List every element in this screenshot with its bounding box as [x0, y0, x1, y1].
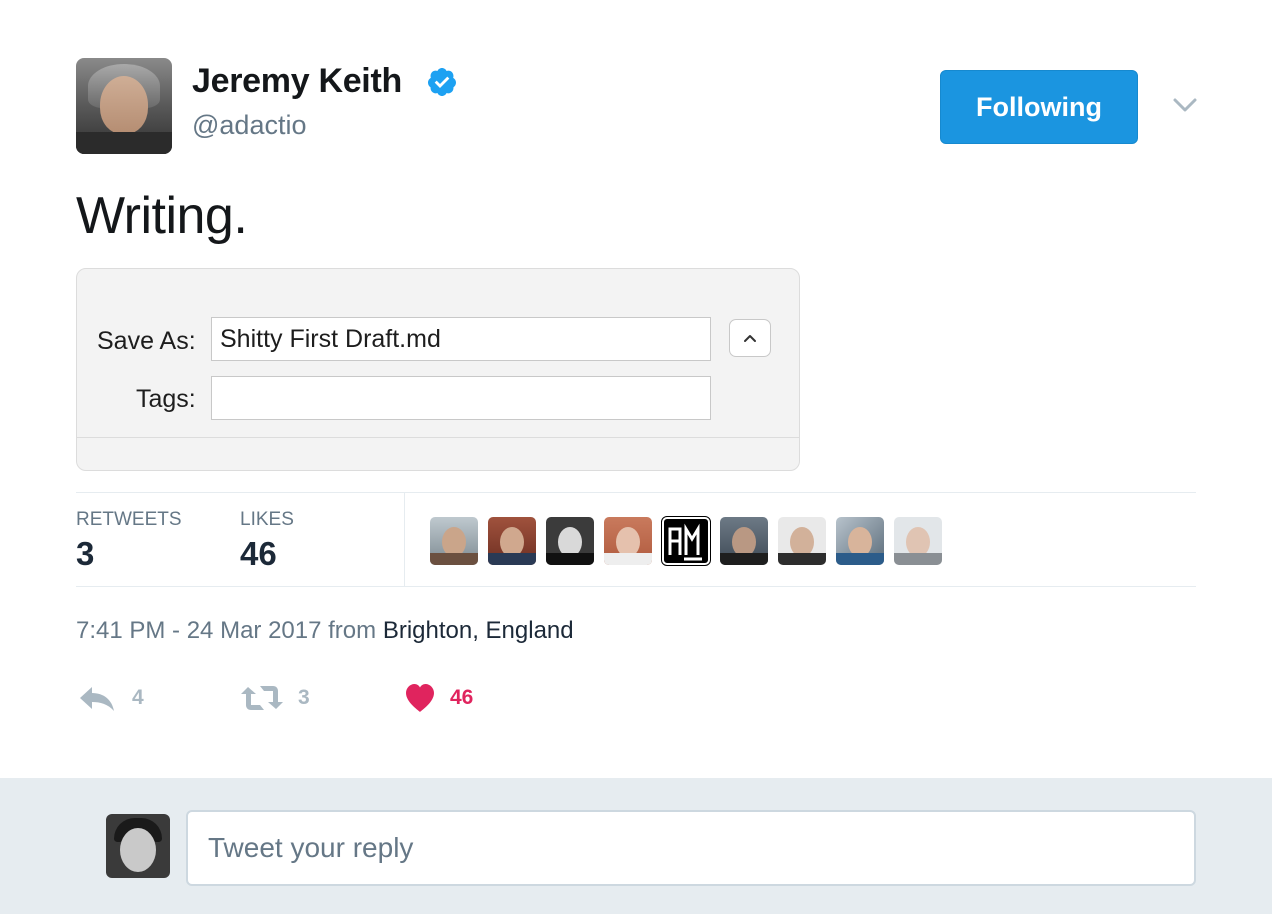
- retweets-label[interactable]: RETWEETS: [76, 509, 182, 531]
- retweets-count[interactable]: 3: [76, 535, 94, 573]
- reply-input[interactable]: [186, 810, 1196, 886]
- liker-avatar[interactable]: [488, 517, 536, 565]
- reply-bar: [0, 778, 1272, 914]
- heart-icon: [406, 684, 434, 712]
- author-name[interactable]: Jeremy Keith: [192, 62, 402, 101]
- divider: [77, 437, 799, 438]
- likes-count[interactable]: 46: [240, 535, 277, 573]
- reply-action[interactable]: 4: [76, 676, 144, 720]
- tweet-media-image[interactable]: Save As: Shitty First Draft.md Tags:: [76, 268, 800, 471]
- logo-icon: [668, 523, 702, 561]
- retweet-icon: [241, 686, 283, 710]
- location-link[interactable]: Brighton, England: [383, 617, 574, 644]
- tweet-detail: Jeremy Keith @adactio Following Writing.…: [0, 0, 1272, 778]
- tweet-text: Writing.: [76, 187, 248, 245]
- likes-label[interactable]: LIKES: [240, 509, 294, 531]
- liker-avatar[interactable]: [661, 516, 711, 566]
- save-as-field: Shitty First Draft.md: [211, 317, 711, 361]
- divider: [404, 493, 405, 587]
- chevron-up-icon: [744, 335, 756, 342]
- author-avatar[interactable]: [76, 58, 172, 154]
- like-action[interactable]: 46: [404, 676, 473, 720]
- current-user-avatar[interactable]: [106, 814, 170, 878]
- tweet-stats: RETWEETS 3 LIKES 46: [76, 492, 1196, 587]
- liker-avatar[interactable]: [778, 517, 826, 565]
- tags-label: Tags:: [136, 385, 196, 413]
- liker-avatar[interactable]: [546, 517, 594, 565]
- liker-avatar[interactable]: [720, 517, 768, 565]
- reply-count: 4: [132, 686, 144, 709]
- from-word: from: [328, 617, 377, 644]
- liker-avatars: [430, 516, 942, 566]
- liker-avatar[interactable]: [430, 517, 478, 565]
- author-handle[interactable]: @adactio: [192, 110, 306, 141]
- save-as-label: Save As:: [97, 327, 196, 355]
- verified-badge-icon: [427, 68, 456, 96]
- timestamp[interactable]: 7:41 PM - 24 Mar 2017: [76, 617, 321, 644]
- disclosure-button: [729, 319, 771, 357]
- like-count: 46: [450, 686, 474, 709]
- liker-avatar[interactable]: [604, 517, 652, 565]
- retweet-count: 3: [298, 686, 310, 709]
- following-button[interactable]: Following: [940, 70, 1138, 144]
- reply-icon: [80, 687, 114, 711]
- tags-field: [211, 376, 711, 420]
- tweet-meta: 7:41 PM - 24 Mar 2017 from Brighton, Eng…: [76, 617, 574, 645]
- liker-avatar[interactable]: [894, 517, 942, 565]
- liker-avatar[interactable]: [836, 517, 884, 565]
- chevron-down-icon[interactable]: [1170, 90, 1200, 120]
- retweet-action[interactable]: 3: [240, 676, 310, 720]
